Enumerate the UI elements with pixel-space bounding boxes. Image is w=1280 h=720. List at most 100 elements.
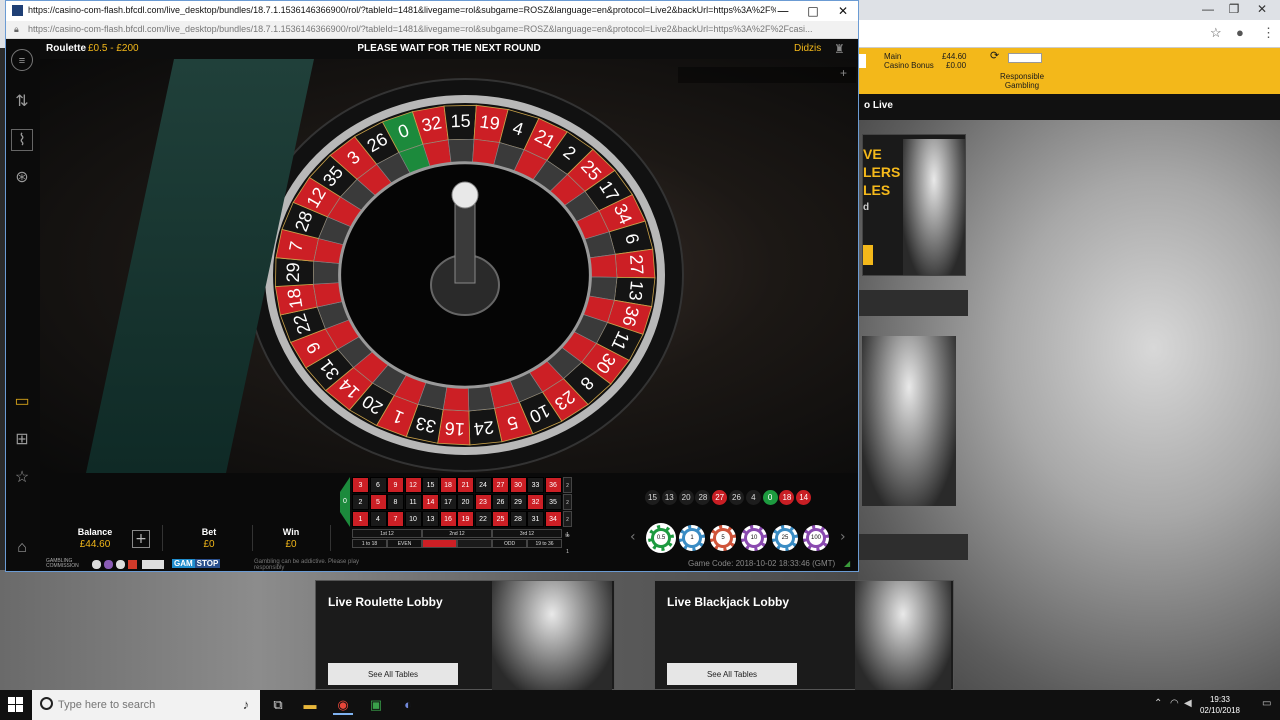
number-cell[interactable]: 7 [387,511,404,527]
number-cell[interactable]: 24 [474,477,492,493]
login-button[interactable] [858,54,866,68]
chip-5[interactable]: 5 [710,525,736,551]
notification-icon[interactable]: ▭ [1262,698,1271,709]
number-cell[interactable]: 30 [509,477,527,493]
transfer-arrows-icon[interactable]: ⇅ [11,91,33,113]
windows-start-icon[interactable] [8,697,24,713]
dealer-photo-card[interactable] [862,336,956,506]
volume-icon[interactable]: ◀ [1184,698,1192,709]
outside-bet-cell[interactable]: 19 to 36 [527,539,562,548]
lobby-icon[interactable]: ♜ [834,42,845,56]
number-cell[interactable]: 34 [544,511,562,527]
chat-add-icon[interactable]: + [840,66,847,80]
chip-100[interactable]: 100 [803,525,829,551]
see-all-tables-button[interactable]: See All Tables [667,663,797,685]
number-cell[interactable]: 23 [474,494,492,510]
wifi-icon[interactable]: ◠ [1170,698,1179,709]
window-minimize-button[interactable]: — [768,2,798,20]
number-cell[interactable]: 11 [404,494,422,510]
dozen-bet-cell[interactable]: 1st 12 [352,529,422,538]
home-icon[interactable]: ⌂ [11,537,33,559]
tray-chevron-icon[interactable]: ⌃ [1154,698,1162,709]
live-dealers-promo[interactable]: VE LERS LES d [862,134,966,276]
number-cell[interactable]: 10 [404,511,422,527]
column-bet-cell[interactable]: 2 to 1 [563,477,572,521]
task-view-icon[interactable]: ⧉ [268,695,288,715]
chat-input[interactable] [678,67,856,83]
number-cell[interactable]: 15 [422,477,439,493]
layout-grid-icon[interactable]: ⊞ [11,429,33,451]
betting-table[interactable]: 03691215182124273033362 to 1258111417202… [340,475,572,555]
window-close-button[interactable]: ✕ [828,2,858,20]
statistics-chart-icon[interactable]: ⌇ [11,129,33,151]
number-cell[interactable]: 5 [369,494,387,510]
browser-close-button[interactable]: ✕ [1252,2,1272,16]
promo-cta-button[interactable] [863,245,873,265]
number-cell[interactable]: 33 [527,477,544,493]
number-cell[interactable]: 35 [544,494,562,510]
gamstop-logo[interactable]: GAM STOP [172,559,221,570]
outside-bet-cell[interactable] [457,539,492,548]
language-select[interactable] [1008,53,1042,63]
number-cell[interactable]: 21 [457,477,474,493]
wheel-view-icon[interactable]: ⊛ [11,167,33,189]
bookmark-star-icon[interactable]: ☆ [1210,25,1222,41]
outside-bet-cell[interactable] [422,539,457,548]
see-all-tables-button[interactable]: See All Tables [328,663,458,685]
responsible-gambling-link[interactable]: Responsible Gambling [992,72,1052,90]
chips-prev-arrow-icon[interactable]: ‹ [630,529,636,545]
number-cell[interactable]: 19 [457,511,474,527]
number-cell[interactable]: 8 [387,494,404,510]
favourites-star-icon[interactable]: ☆ [11,467,33,489]
browser-menu-icon[interactable]: ⋮ [1262,25,1275,41]
number-cell[interactable]: 29 [509,494,527,510]
number-cell[interactable]: 28 [509,511,527,527]
number-cell[interactable]: 1 [352,511,369,527]
dozen-bet-cell[interactable]: 2nd 12 [422,529,492,538]
browser-restore-button[interactable]: ❐ [1224,2,1244,16]
number-cell[interactable]: 6 [369,477,387,493]
microphone-icon[interactable]: ♪ [236,695,256,715]
live-blackjack-lobby-card[interactable]: Live Blackjack Lobby See All Tables [654,580,954,691]
dozen-bet-cell[interactable]: 3rd 12 [492,529,562,538]
live-roulette-lobby-card[interactable]: Live Roulette Lobby See All Tables [315,580,615,691]
number-cell[interactable]: 4 [369,511,387,527]
browser-minimize-button[interactable]: — [1198,2,1218,16]
number-cell[interactable]: 27 [492,477,509,493]
add-funds-button[interactable]: + [132,530,150,548]
file-explorer-icon[interactable]: ▬ [300,695,320,715]
number-cell[interactable]: 26 [492,494,509,510]
number-cell[interactable]: 17 [439,494,457,510]
chip-25[interactable]: 25 [772,525,798,551]
outside-bet-cell[interactable]: 1 to 18 [352,539,387,548]
number-cell[interactable]: 9 [387,477,404,493]
number-cell[interactable]: 32 [527,494,544,510]
number-cell[interactable]: 22 [474,511,492,527]
column-bet-cell[interactable]: 2 to 1 [563,511,572,555]
number-cell[interactable]: 31 [527,511,544,527]
number-cell[interactable]: 13 [422,511,439,527]
number-cell[interactable]: 18 [439,477,457,493]
refresh-icon[interactable]: ⟳ [990,51,999,62]
profile-avatar-icon[interactable]: ● [1236,25,1244,40]
number-cell[interactable]: 3 [352,477,369,493]
chips-next-arrow-icon[interactable]: › [840,529,846,545]
number-cell[interactable]: 2 [352,494,369,510]
outside-bet-cell[interactable]: ODD [492,539,527,548]
chip-1[interactable]: 1 [679,525,705,551]
window-maximize-button[interactable]: □ [798,2,828,20]
racetrack-icon[interactable]: ▭ [11,391,33,413]
discord-icon[interactable]: ◐ [398,695,418,715]
taskbar-search-input[interactable] [32,690,260,720]
menu-icon[interactable]: ≡ [11,49,33,71]
number-cell[interactable]: 16 [439,511,457,527]
number-cell[interactable]: 25 [492,511,509,527]
system-clock[interactable]: 19:33 02/10/2018 [1198,694,1242,716]
number-cell[interactable]: 36 [544,477,562,493]
outside-bet-cell[interactable]: EVEN [387,539,422,548]
chip-10[interactable]: 10 [741,525,767,551]
chrome-icon[interactable]: ◉ [333,695,353,715]
store-icon[interactable]: ▣ [366,695,386,715]
nav-live-tab[interactable]: o Live [864,100,893,111]
number-cell[interactable]: 20 [457,494,474,510]
